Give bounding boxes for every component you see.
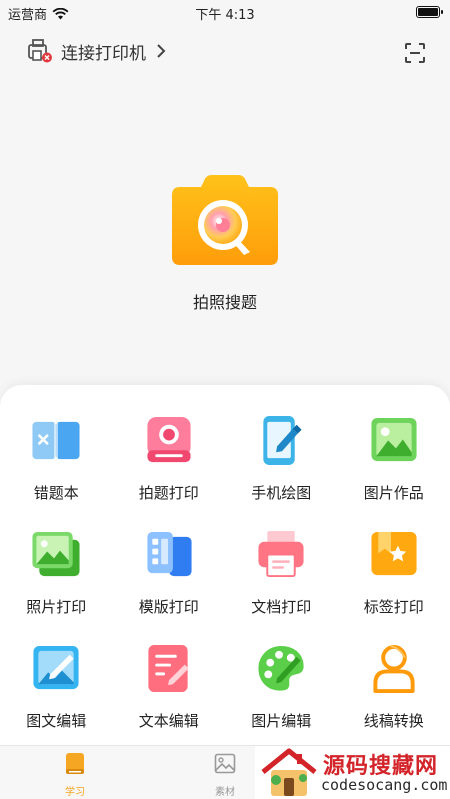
feature-label: 文档打印 xyxy=(251,598,312,616)
photo-search-camera-icon[interactable] xyxy=(172,175,278,267)
feature-template-print[interactable]: 模版打印 xyxy=(113,529,226,617)
feature-grid: 错题本 拍题打印 手机绘图 图片作品 照片打印 模版打印 文档打印 标签打印 图… xyxy=(0,415,450,731)
feature-label: 照片打印 xyxy=(26,598,87,616)
photo-search-section: 拍照搜题 xyxy=(0,175,450,313)
line-art-convert-icon xyxy=(373,644,415,694)
tab-study-label: 学习 xyxy=(65,787,85,798)
feature-label: 文本编辑 xyxy=(138,712,199,730)
book-icon xyxy=(66,753,84,774)
feature-image-edit[interactable]: 图片编辑 xyxy=(225,643,338,731)
image-text-edit-icon xyxy=(33,645,79,690)
chevron-right-icon xyxy=(157,44,166,58)
image-icon xyxy=(214,753,236,774)
scan-icon[interactable] xyxy=(404,42,426,64)
battery-icon xyxy=(416,6,443,18)
template-print-icon xyxy=(147,531,192,577)
printer-disconnected-icon xyxy=(28,39,52,63)
tab-study[interactable]: 学习 xyxy=(35,752,115,798)
feature-text-edit[interactable]: 文本编辑 xyxy=(113,643,226,731)
tab-material-label: 素材 xyxy=(215,787,235,798)
feature-label-print[interactable]: 标签打印 xyxy=(338,529,450,617)
house-logo-icon xyxy=(261,748,317,796)
status-bar: 运营商 下午 4:13 xyxy=(0,0,450,24)
phone-draw-icon xyxy=(263,415,302,466)
feature-label: 线稿转换 xyxy=(363,712,424,730)
top-bar: 连接打印机 xyxy=(0,38,450,68)
photo-search-label: 拍照搜题 xyxy=(192,293,257,312)
document-print-icon xyxy=(258,530,304,578)
connect-printer-label: 连接打印机 xyxy=(61,43,146,64)
watermark-url: codesocang.com xyxy=(321,776,448,794)
feature-panel: 错题本 拍题打印 手机绘图 图片作品 照片打印 模版打印 文档打印 标签打印 图… xyxy=(0,385,450,745)
feature-picture-works[interactable]: 图片作品 xyxy=(338,415,450,503)
label-print-icon xyxy=(371,531,417,576)
feature-label: 错题本 xyxy=(33,484,79,502)
feature-photo-print[interactable]: 照片打印 xyxy=(0,529,113,617)
feature-label: 图片作品 xyxy=(363,484,424,502)
feature-label: 模版打印 xyxy=(138,598,199,616)
feature-label: 手机绘图 xyxy=(251,484,312,502)
feature-line-art-convert[interactable]: 线稿转换 xyxy=(338,643,450,731)
feature-image-text-edit[interactable]: 图文编辑 xyxy=(0,643,113,731)
feature-label: 图片编辑 xyxy=(251,712,312,730)
photo-print-icon xyxy=(32,531,80,577)
status-time: 下午 4:13 xyxy=(195,8,255,23)
connect-printer-button[interactable]: 连接打印机 xyxy=(27,38,166,64)
image-edit-icon xyxy=(258,645,304,691)
feature-label: 标签打印 xyxy=(363,598,424,616)
watermark: 源码搜藏网 codesocang.com xyxy=(255,746,450,799)
feature-document-print[interactable]: 文档打印 xyxy=(225,529,338,617)
feature-label: 拍题打印 xyxy=(138,484,199,502)
feature-photo-print-question[interactable]: 拍题打印 xyxy=(113,415,226,503)
tab-material[interactable]: 素材 xyxy=(185,752,265,798)
feature-wrong-book[interactable]: 错题本 xyxy=(0,415,113,503)
photo-print-question-icon xyxy=(147,416,191,463)
feature-phone-draw[interactable]: 手机绘图 xyxy=(225,415,338,503)
text-edit-icon xyxy=(148,644,189,693)
picture-works-icon xyxy=(371,417,417,462)
feature-label: 图文编辑 xyxy=(26,712,87,730)
wrong-book-icon xyxy=(32,421,80,460)
